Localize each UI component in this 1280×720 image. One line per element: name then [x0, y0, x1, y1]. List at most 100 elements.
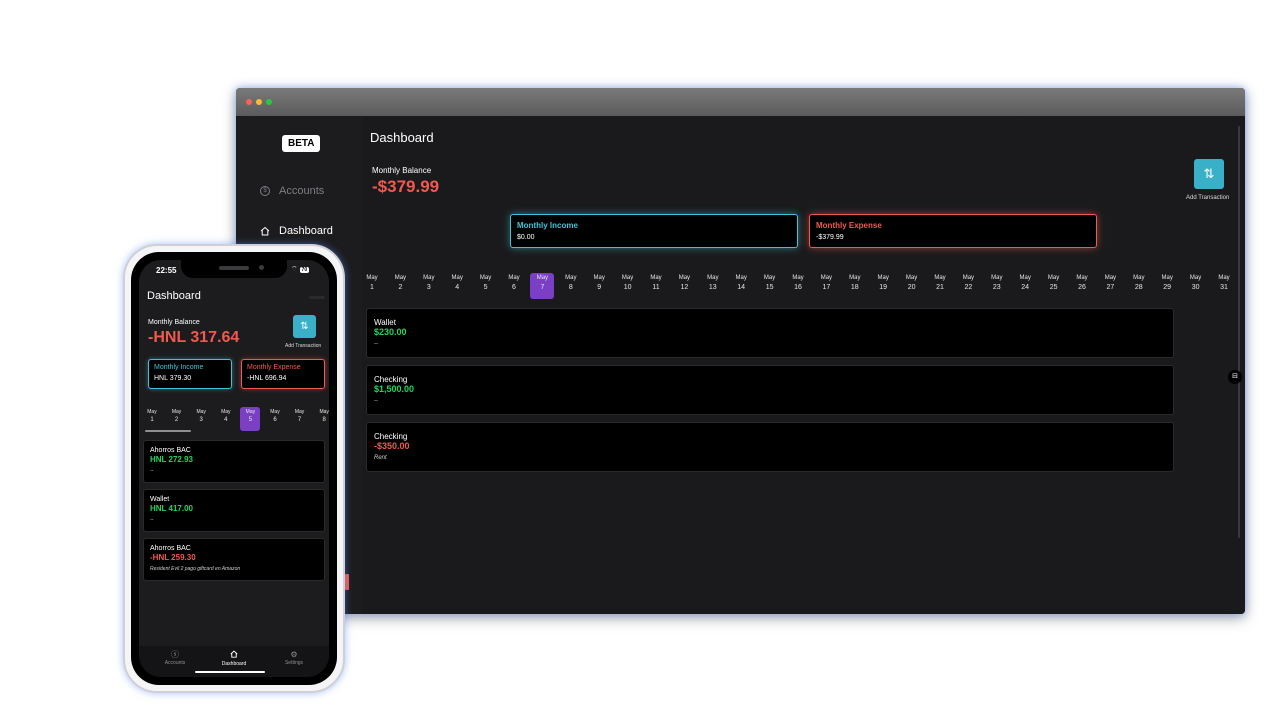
day-chip-3[interactable]: May 3 — [191, 407, 211, 431]
transaction-note: Resident Evil 2 pago giftcard en Amazon — [150, 566, 241, 572]
transaction-card[interactable]: Wallet HNL 417.00 -- — [143, 489, 325, 532]
day-chip-month: May — [905, 275, 918, 281]
phone-notch — [181, 260, 287, 278]
day-chip-8[interactable]: May 8 — [559, 273, 583, 299]
day-chip-14[interactable]: May 14 — [729, 273, 753, 299]
expense-indicator — [345, 574, 349, 590]
day-chip-month: May — [221, 409, 231, 415]
day-chip-26[interactable]: May 26 — [1070, 273, 1094, 299]
day-chip-number: 3 — [426, 284, 431, 291]
day-chip-number: 19 — [879, 284, 888, 291]
day-chip-month: May — [621, 275, 634, 281]
day-chip-10[interactable]: May 10 — [616, 273, 640, 299]
transaction-card[interactable]: Checking -$350.00 Rent — [366, 422, 1174, 472]
expense-card-title: Monthly Expense — [247, 364, 301, 371]
day-selector: May 1 May 2 May 3 May 4 May 5 May 6 May 7 May 8 — [139, 407, 329, 431]
day-chip-month: May — [1189, 275, 1202, 281]
vertical-scrollbar[interactable] — [1238, 126, 1240, 538]
day-chip-month: May — [1076, 275, 1088, 281]
day-chip-number: 9 — [597, 284, 602, 291]
tab-label: Dashboard — [221, 661, 247, 667]
day-chip-12[interactable]: May 12 — [672, 273, 696, 299]
day-chip-16[interactable]: May 16 — [786, 273, 810, 299]
day-chip-7[interactable]: May 7 — [290, 407, 310, 431]
day-chip-11[interactable]: May 11 — [644, 273, 668, 299]
day-chip-18[interactable]: May 18 — [843, 273, 867, 299]
day-chip-22[interactable]: May 22 — [956, 273, 980, 299]
day-chip-number: 28 — [1134, 284, 1143, 291]
day-chip-3[interactable]: May 3 — [417, 273, 441, 299]
day-chip-month: May — [820, 275, 833, 281]
day-chip-month: May — [319, 409, 329, 415]
add-transaction-button[interactable]: ⇅ — [1194, 159, 1224, 189]
day-chip-month: May — [650, 275, 662, 281]
sidebar-item-dashboard[interactable]: Dashboard — [260, 225, 333, 237]
transaction-card[interactable]: Ahorros BAC HNL 272.93 -- — [143, 440, 325, 483]
day-chip-8[interactable]: May 8 — [314, 407, 329, 431]
day-chip-13[interactable]: May 13 — [701, 273, 725, 299]
minimize-window-button[interactable] — [256, 99, 262, 105]
day-chip-15[interactable]: May 15 — [758, 273, 782, 299]
day-chip-25[interactable]: May 25 — [1042, 273, 1066, 299]
day-chip-month: May — [394, 275, 407, 281]
day-selector: May 1 May 2 May 3 May 4 May 5 May 6 May 7 May 8 May 9 May 1… — [360, 273, 1245, 299]
day-chip-6[interactable]: May 6 — [265, 407, 285, 431]
day-chip-2[interactable]: May 2 — [167, 407, 187, 431]
close-window-button[interactable] — [246, 99, 252, 105]
day-chip-month: May — [934, 275, 946, 281]
day-chip-27[interactable]: May 27 — [1098, 273, 1122, 299]
day-chip-2[interactable]: May 2 — [388, 273, 412, 299]
day-chip-17[interactable]: May 17 — [814, 273, 838, 299]
day-chip-6[interactable]: May 6 — [502, 273, 526, 299]
day-chip-24[interactable]: May 24 — [1013, 273, 1037, 299]
day-chip-7[interactable]: May 7 — [530, 273, 555, 299]
tab-settings[interactable]: ⚙ Settings — [264, 650, 324, 666]
income-card-value: HNL 379.30 — [154, 375, 192, 382]
day-chip-month: May — [245, 409, 256, 415]
day-chip-number: 1 — [150, 417, 154, 423]
day-chip-month: May — [508, 275, 520, 281]
day-chip-29[interactable]: May 29 — [1155, 273, 1179, 299]
day-chip-20[interactable]: May 20 — [900, 273, 924, 299]
tab-accounts[interactable]: ⓢ Accounts — [145, 650, 205, 666]
transaction-card[interactable]: Checking $1,500.00 -- — [366, 365, 1174, 415]
day-chip-month: May — [479, 275, 492, 281]
day-chip-number: 30 — [1191, 284, 1200, 291]
main-content: Dashboard Monthly Balance -$379.99 ⇅ Add… — [362, 116, 1245, 614]
day-chip-19[interactable]: May 19 — [871, 273, 895, 299]
day-chip-number: 16 — [794, 284, 802, 291]
day-chip-number: 2 — [174, 417, 179, 423]
sidebar-item-accounts[interactable]: $ Accounts — [260, 185, 324, 197]
transaction-note: -- — [374, 398, 378, 404]
day-chip-month: May — [294, 409, 305, 415]
sidebar-item-label: Dashboard — [279, 225, 333, 237]
day-chip-4[interactable]: May 4 — [216, 407, 236, 431]
day-chip-28[interactable]: May 28 — [1127, 273, 1151, 299]
home-icon — [260, 226, 270, 236]
day-selector-scrollbar[interactable] — [145, 430, 191, 432]
day-chip-4[interactable]: May 4 — [445, 273, 469, 299]
dollar-circle-icon: ⓢ — [171, 650, 179, 659]
transaction-amount: HNL 417.00 — [150, 504, 193, 513]
sidebar-toggle-icon[interactable]: ⊟ — [1228, 370, 1242, 384]
tab-dashboard[interactable]: Dashboard — [204, 650, 264, 667]
transaction-amount: $1,500.00 — [374, 384, 415, 394]
day-chip-5[interactable]: May 5 — [474, 273, 498, 299]
day-chip-1[interactable]: May 1 — [360, 273, 384, 299]
day-chip-31[interactable]: May 31 — [1212, 273, 1236, 299]
day-chip-number: 18 — [850, 284, 859, 291]
day-chip-21[interactable]: May 21 — [928, 273, 952, 299]
day-chip-month: May — [877, 275, 889, 281]
day-chip-9[interactable]: May 9 — [587, 273, 611, 299]
maximize-window-button[interactable] — [266, 99, 272, 105]
day-chip-month: May — [270, 409, 280, 415]
add-transaction-label: Add Transaction — [1186, 195, 1230, 201]
day-chip-30[interactable]: May 30 — [1184, 273, 1208, 299]
day-chip-23[interactable]: May 23 — [985, 273, 1009, 299]
transaction-card[interactable]: Wallet $230.00 -- — [366, 308, 1174, 358]
add-transaction-button[interactable]: ⇅ — [293, 315, 316, 338]
transaction-card[interactable]: Ahorros BAC -HNL 259.30 Resident Evil 2 … — [143, 538, 325, 581]
day-chip-month: May — [849, 275, 861, 281]
day-chip-5[interactable]: May 5 — [240, 407, 261, 431]
day-chip-1[interactable]: May 1 — [142, 407, 162, 431]
